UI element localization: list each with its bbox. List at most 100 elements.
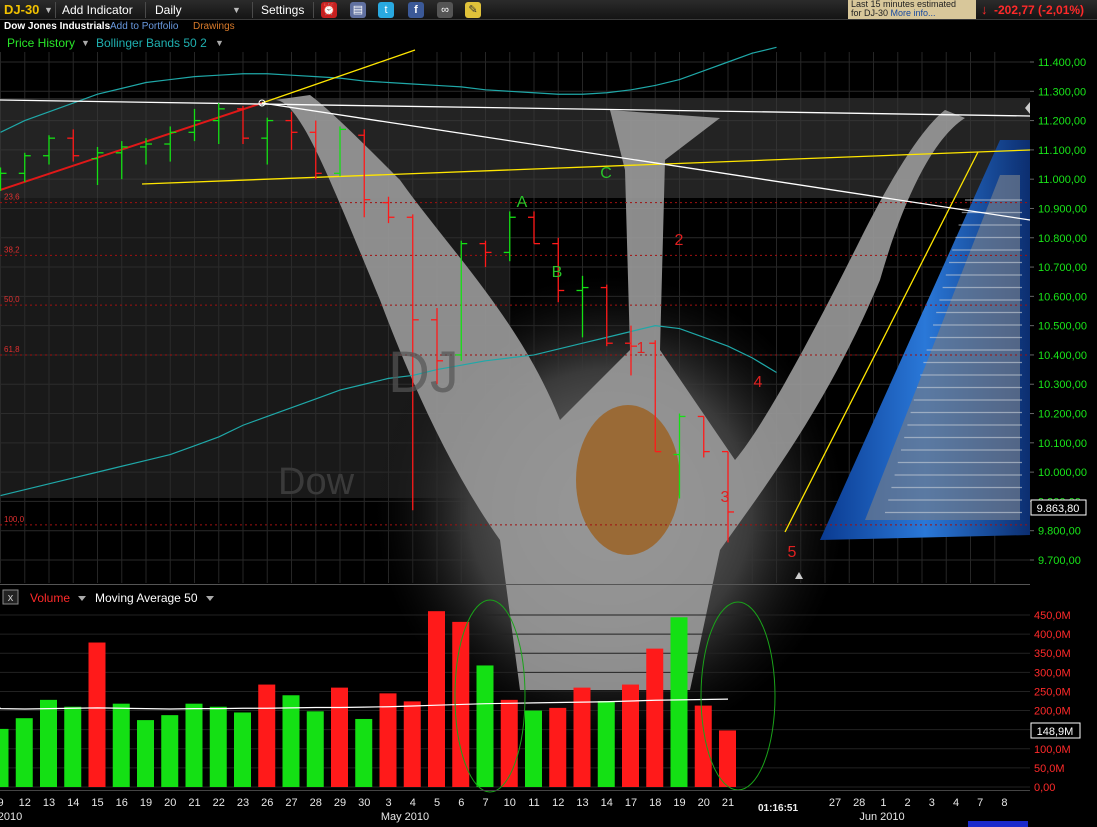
- x-tick-label: 12: [552, 797, 564, 809]
- volume-bar: [428, 611, 445, 787]
- time-display: 01:16:51: [758, 803, 798, 814]
- volume-tick-label: 400,0M: [1034, 629, 1071, 641]
- volume-bar: [549, 707, 567, 787]
- x-tick-label: 3: [385, 797, 391, 809]
- volume-bar: [403, 701, 421, 787]
- x-tick-label: 19: [140, 797, 152, 809]
- x-tick-label: 7: [482, 797, 488, 809]
- price-tick-label: 11.200,00: [1038, 116, 1086, 128]
- volume-bar: [64, 706, 82, 787]
- volume-bar: [234, 712, 251, 787]
- x-tick-label: 19: [673, 797, 685, 809]
- x-tick-label: 26: [261, 797, 273, 809]
- volume-bar: [209, 706, 227, 787]
- volume-bar: [282, 695, 300, 787]
- x-tick-label: 2: [905, 797, 911, 809]
- x-tick-label: 4: [410, 797, 416, 809]
- x-tick-label: 28: [310, 797, 322, 809]
- x-month-label: 2010: [0, 811, 22, 823]
- volume-bar: [185, 703, 203, 787]
- x-tick-label: 21: [722, 797, 734, 809]
- x-tick-label: 3: [929, 797, 935, 809]
- x-tick-label: 6: [458, 797, 464, 809]
- watermark-small: Dow: [278, 461, 355, 503]
- volume-tick-label: 200,0M: [1034, 706, 1071, 718]
- volume-bar: [646, 648, 664, 787]
- hair-shape: [576, 405, 680, 555]
- fib-level-label: 61,8: [4, 345, 20, 354]
- trendline-yellow: [261, 49, 416, 104]
- price-tick-label: 10.900,00: [1038, 203, 1087, 215]
- x-tick-label: 7: [977, 797, 983, 809]
- x-tick-label: 30: [358, 797, 370, 809]
- volume-axis: 450,0M400,0M350,0M300,0M250,0M200,0M150,…: [1034, 610, 1071, 794]
- x-tick-label: 12: [19, 797, 31, 809]
- x-tick-label: 13: [43, 797, 55, 809]
- wave-label: 2: [675, 232, 684, 249]
- volume-tick-label: 350,0M: [1034, 648, 1071, 660]
- chevron-down-icon[interactable]: [78, 596, 86, 601]
- scrollbar-thumb[interactable]: [968, 821, 1028, 827]
- chevron-down-icon[interactable]: [206, 596, 214, 601]
- price-tick-label: 10.500,00: [1038, 321, 1087, 333]
- x-axis: 9 12 13 14 15 16 19 20 21 22 23 26 27 28 29 30 3 4 5 6 7 10 11…: [0, 797, 1007, 823]
- volume-bar: [355, 718, 373, 787]
- x-tick-label: 1: [880, 797, 886, 809]
- chart-canvas[interactable]: 23,638,250,061,8100,0 ABC12345 DJ Dow 11…: [0, 0, 1097, 827]
- price-tick-label: 11.400,00: [1038, 57, 1086, 69]
- volume-label[interactable]: Volume: [30, 591, 70, 605]
- volume-bar: [500, 699, 518, 787]
- volume-bar: [112, 703, 130, 787]
- x-tick-label: 29: [334, 797, 346, 809]
- volume-bar: [331, 687, 348, 787]
- x-tick-label: 14: [67, 797, 79, 809]
- price-tick-label: 10.400,00: [1038, 350, 1087, 362]
- x-month-label: May 2010: [381, 811, 429, 823]
- price-tick-label: 11.000,00: [1038, 174, 1086, 186]
- x-tick-label: 16: [116, 797, 128, 809]
- x-tick-label: 5: [434, 797, 440, 809]
- x-tick-label: 22: [213, 797, 225, 809]
- volume-tick-label: 300,0M: [1034, 667, 1071, 679]
- volume-bar: [258, 684, 276, 787]
- x-tick-label: 27: [285, 797, 297, 809]
- x-tick-label: 28: [853, 797, 865, 809]
- volume-bar: [694, 705, 712, 787]
- background-illustration: [0, 95, 1030, 745]
- fib-level-label: 23,6: [4, 193, 20, 202]
- wave-label: 4: [754, 374, 763, 391]
- price-tick-label: 10.100,00: [1038, 438, 1087, 450]
- wave-label: 1: [637, 340, 646, 357]
- volume-bar: [88, 642, 106, 787]
- volume-bar: [670, 617, 688, 787]
- fib-level-label: 50,0: [4, 295, 20, 304]
- x-tick-label: 23: [237, 797, 249, 809]
- x-tick-label: 9: [0, 797, 4, 809]
- volume-bar: [525, 710, 542, 787]
- wave-label: 3: [721, 489, 730, 506]
- fib-level-label: 38,2: [4, 245, 20, 254]
- price-tick-label: 9.800,00: [1038, 526, 1081, 538]
- volume-bar: [40, 699, 57, 787]
- x-axis-line: [0, 790, 1030, 791]
- volume-tick-label: 250,0M: [1034, 686, 1071, 698]
- price-tick-label: 10.700,00: [1038, 262, 1087, 274]
- volume-tick-label: 0,00: [1034, 782, 1055, 794]
- price-axis: 11.400,00 11.300,00 11.200,00 11.100,00 11.0…: [1030, 57, 1087, 567]
- x-tick-label: 11: [528, 797, 539, 809]
- fib-level-label: 100,0: [4, 515, 25, 524]
- price-tick-label: 10.300,00: [1038, 379, 1087, 391]
- x-tick-label: 8: [1001, 797, 1007, 809]
- watermark-large: DJ: [388, 340, 459, 405]
- volume-bar: [15, 718, 33, 787]
- x-tick-label: 4: [953, 797, 959, 809]
- pane-divider[interactable]: [0, 584, 1030, 585]
- volume-bar: [161, 715, 179, 787]
- x-tick-label: 21: [188, 797, 200, 809]
- moving-average-label[interactable]: Moving Average 50: [95, 591, 198, 605]
- wave-label: C: [600, 165, 612, 182]
- volume-tick-label: 450,0M: [1034, 610, 1071, 622]
- x-tick-label: 20: [164, 797, 176, 809]
- price-tick-label: 11.300,00: [1038, 86, 1086, 98]
- x-tick-label: 27: [829, 797, 841, 809]
